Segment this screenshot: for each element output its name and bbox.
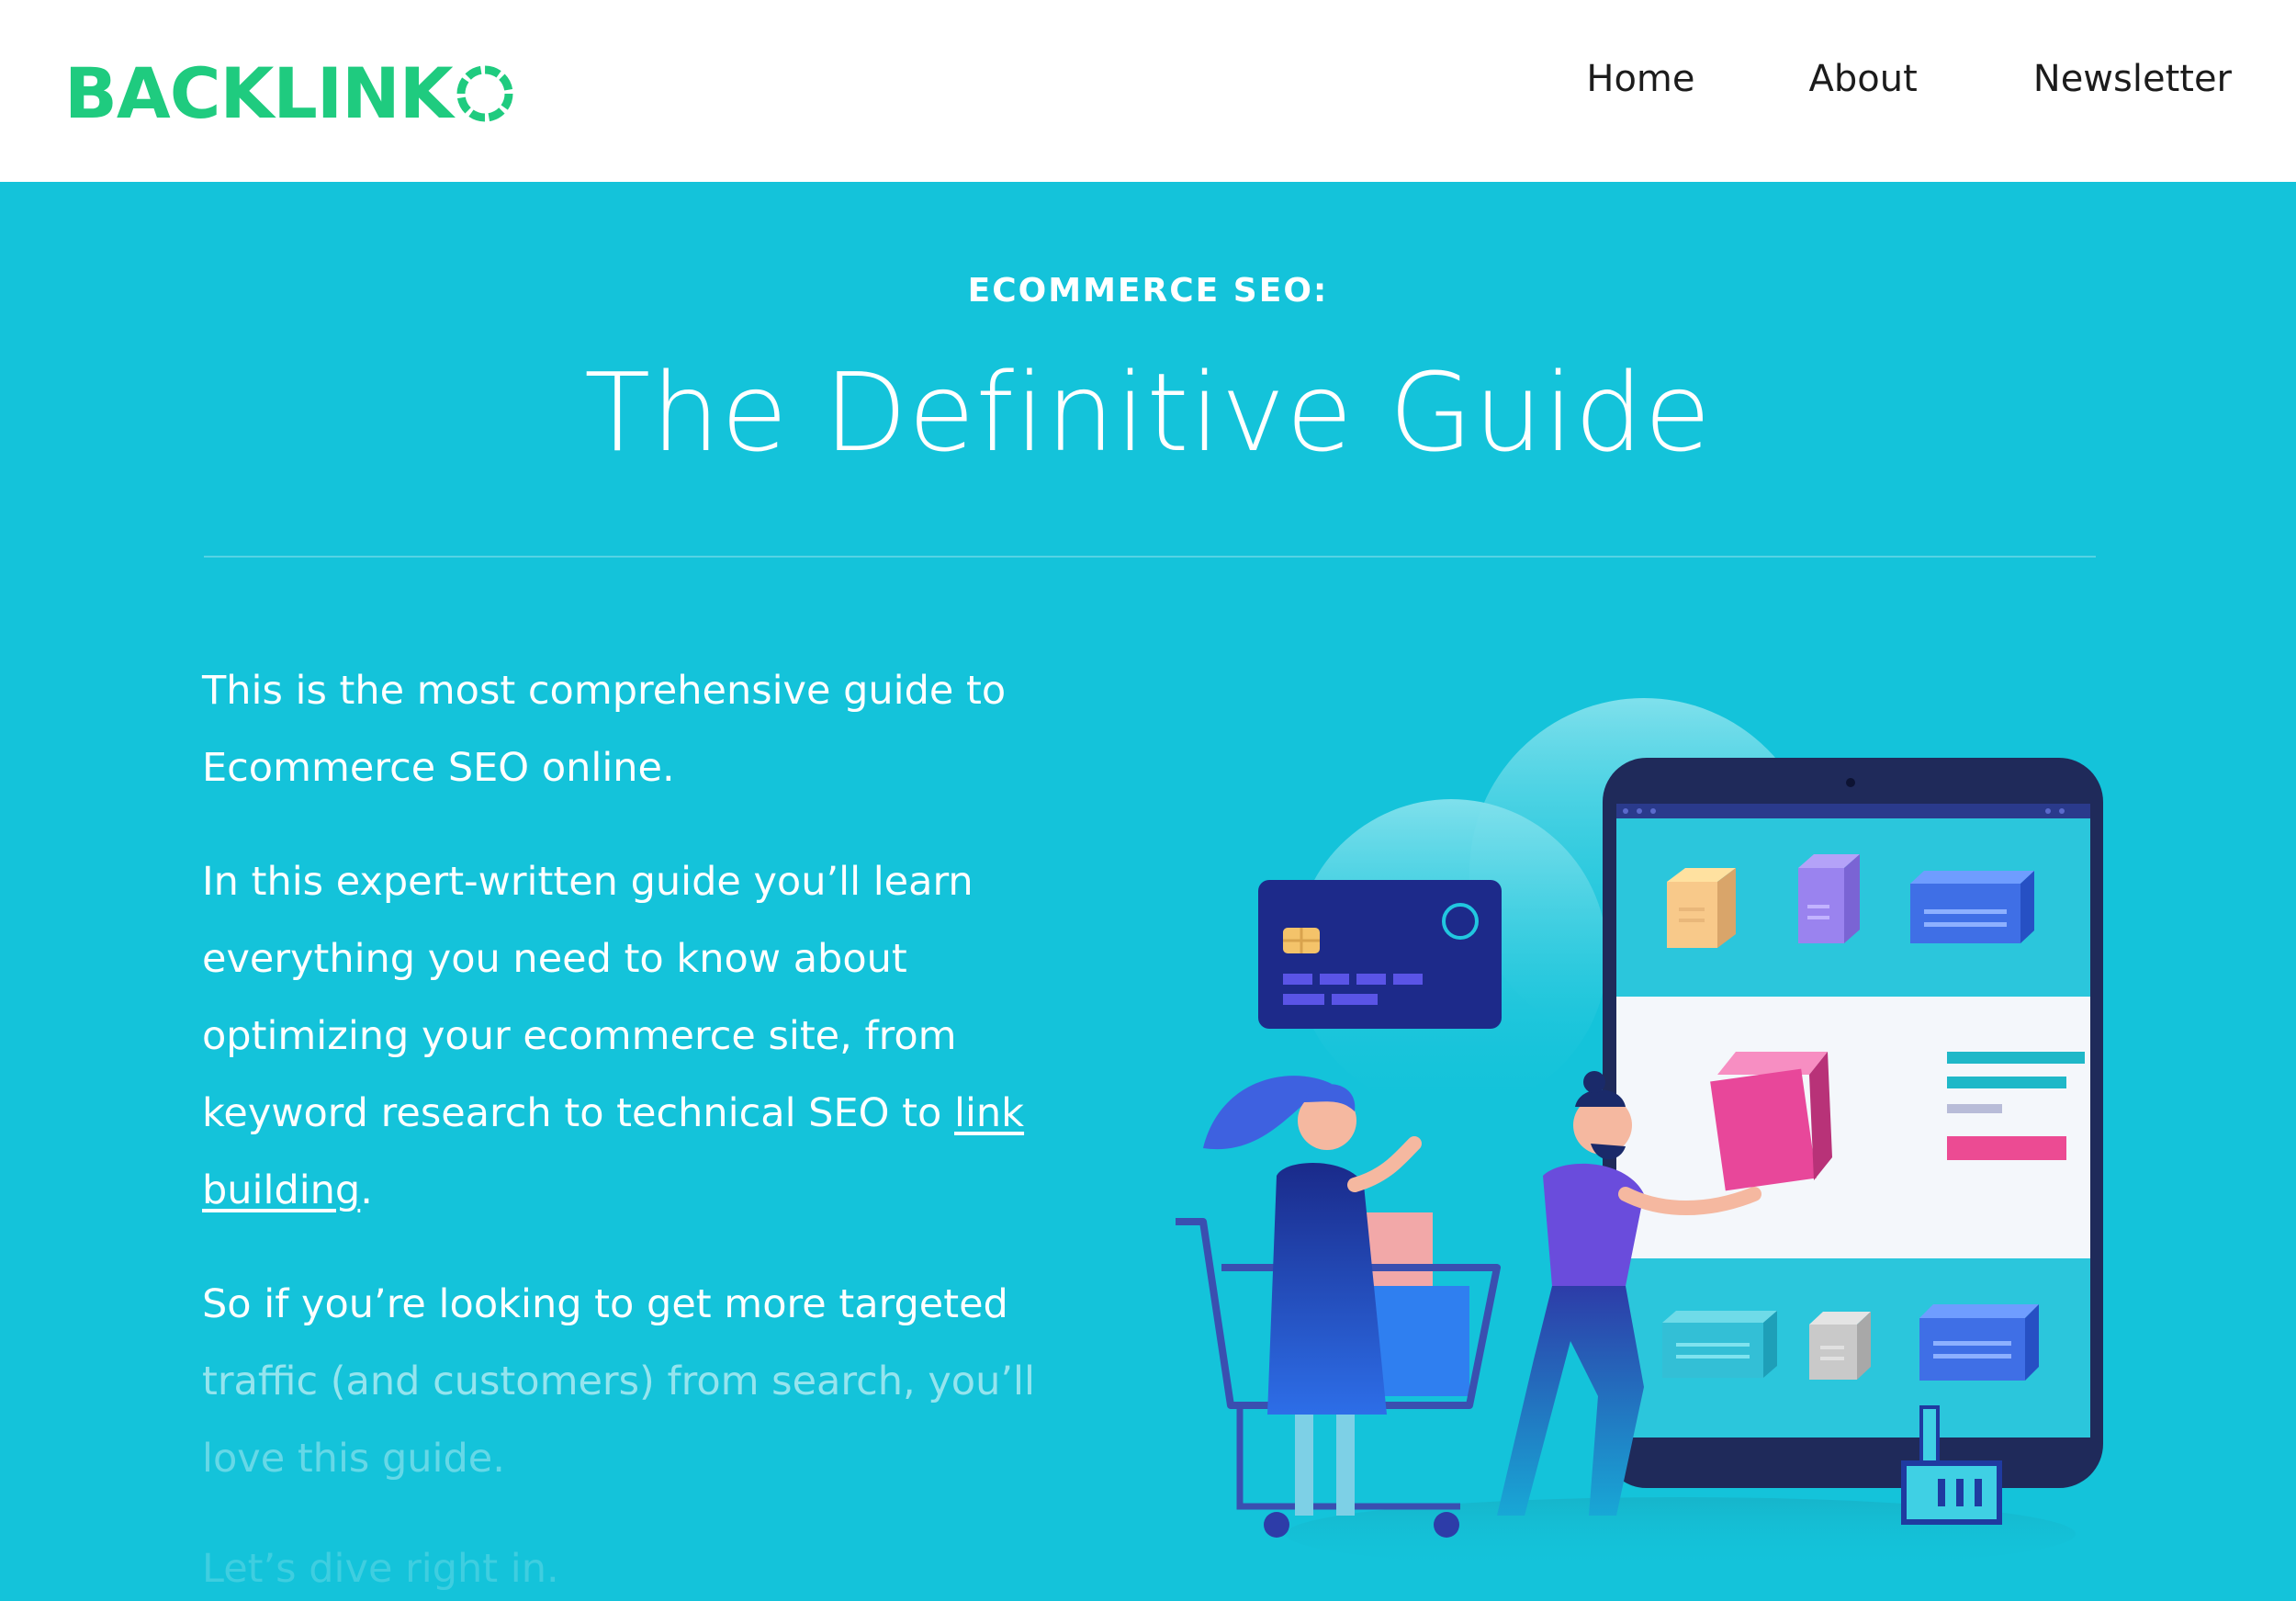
intro-paragraph-2-end: . [360,1167,373,1213]
ecommerce-illustration [1176,698,2103,1562]
main-nav: Home About Newsletter [1586,61,2232,97]
logo-wordmark: BACKLINK [64,52,454,134]
hero-eyebrow: ECOMMERCE SEO: [967,272,1329,310]
logo-o-icon [456,65,513,122]
backlinko-logo[interactable]: BACKLINK [64,53,515,134]
nav-about-link[interactable]: About [1809,61,1918,97]
credit-card-icon [1258,880,1502,1029]
intro-paragraph-3: So if you’re looking to get more targete… [202,1266,1102,1497]
intro-paragraph-2: In this expert-written guide you’ll lear… [202,843,1102,1229]
nav-newsletter-link[interactable]: Newsletter [2033,61,2232,97]
page-title: The Definitive Guide [584,349,1712,476]
intro-paragraph-3-line-1: So if you’re looking to get more targete… [202,1281,1008,1327]
site-header: BACKLINK Home About Newsletter [0,0,2296,182]
intro-paragraph-1: This is the most comprehensive guide to … [202,668,1007,791]
intro-paragraph-4: Let’s dive right in. [202,1546,559,1592]
tablet-icon [1603,758,2103,1488]
hero-divider [204,556,2096,558]
intro-paragraph-3-line-3: love this guide. [202,1436,505,1482]
nav-home-link[interactable]: Home [1586,61,1694,97]
intro-paragraph-2-text: In this expert-written guide you’ll lear… [202,859,974,1136]
intro-text: This is the most comprehensive guide to … [202,652,1102,1601]
page: BACKLINK Home About Newsletter ECOMMERCE… [0,0,2296,1601]
intro-paragraph-3-line-2: traffic (and customers) from search, you… [202,1359,1035,1404]
